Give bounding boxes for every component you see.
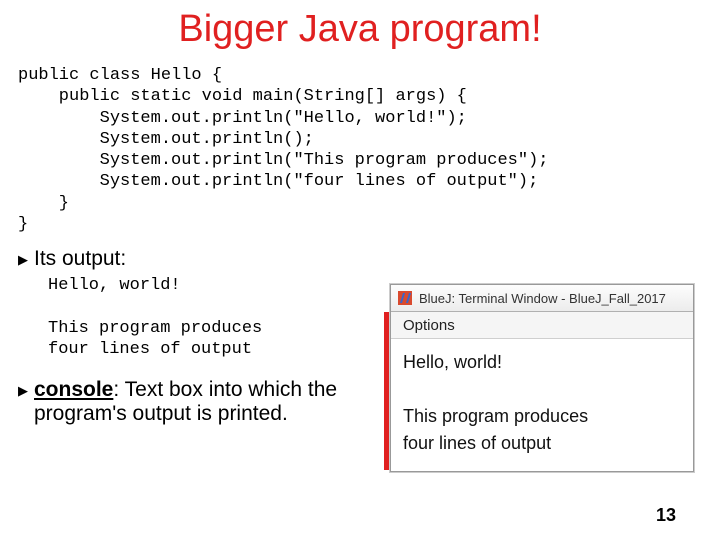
bullet-its-output: ▶ Its output: bbox=[18, 247, 378, 271]
bullet-console-def: ▶ console: Text box into which the progr… bbox=[18, 378, 378, 426]
terminal-menubar: Options bbox=[391, 312, 693, 339]
terminal-title: BlueJ: Terminal Window - BlueJ_Fall_2017 bbox=[419, 291, 666, 306]
bullet-icon: ▶ bbox=[18, 383, 28, 399]
menu-options[interactable]: Options bbox=[403, 317, 455, 334]
bluej-icon bbox=[397, 290, 413, 306]
term-console: console bbox=[34, 378, 113, 401]
bullet-text-output: Its output: bbox=[34, 247, 126, 271]
slide-title: Bigger Java program! bbox=[0, 8, 720, 51]
bullet-icon: ▶ bbox=[18, 252, 28, 268]
program-output-text: Hello, world! This program produces four… bbox=[48, 275, 378, 360]
terminal-titlebar: BlueJ: Terminal Window - BlueJ_Fall_2017 bbox=[391, 285, 693, 312]
slide-number: 13 bbox=[656, 505, 676, 526]
terminal-body: Hello, world! This program produces four… bbox=[391, 339, 693, 471]
code-sample: public class Hello { public static void … bbox=[18, 65, 720, 235]
bluej-terminal-window: BlueJ: Terminal Window - BlueJ_Fall_2017… bbox=[390, 284, 694, 472]
bullet-text-console: console: Text box into which the program… bbox=[34, 378, 378, 426]
